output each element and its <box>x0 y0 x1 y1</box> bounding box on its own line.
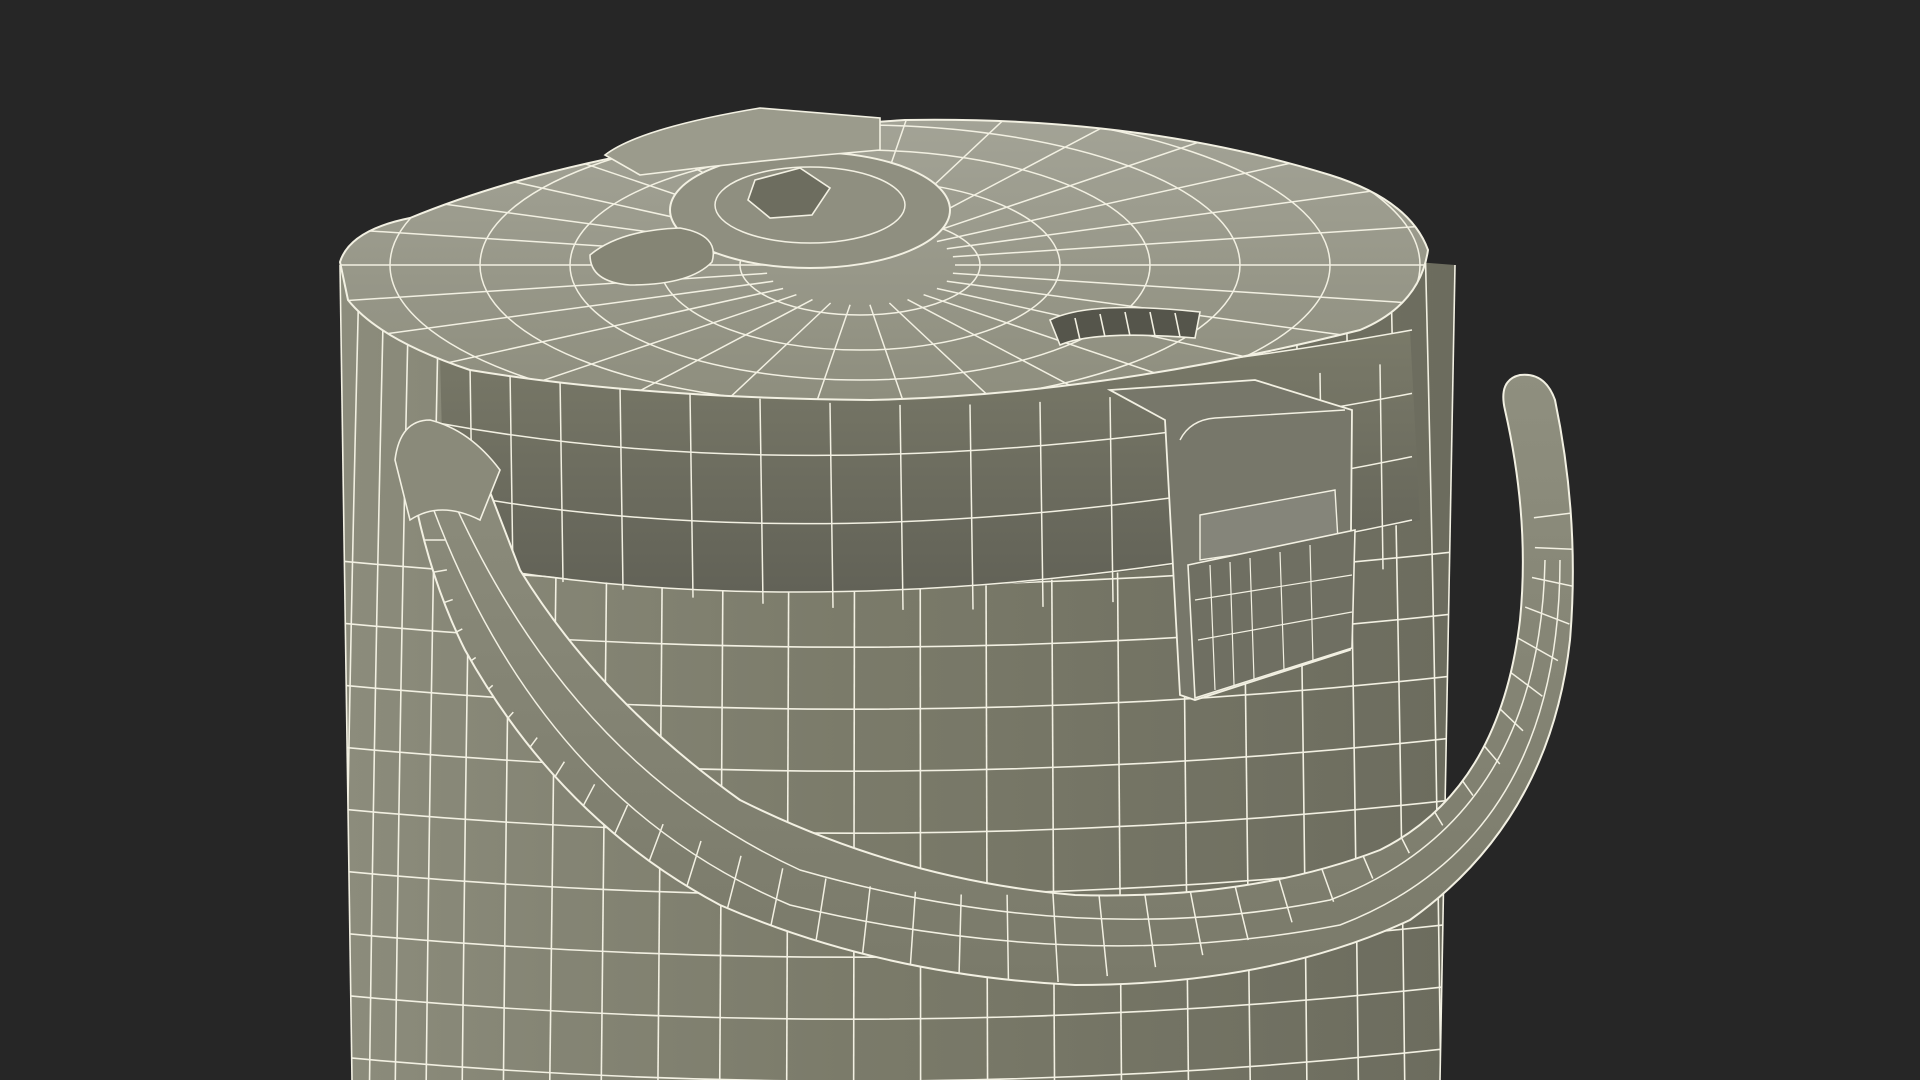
wireframe-render <box>338 107 1574 1080</box>
render-viewport <box>0 0 1920 1080</box>
